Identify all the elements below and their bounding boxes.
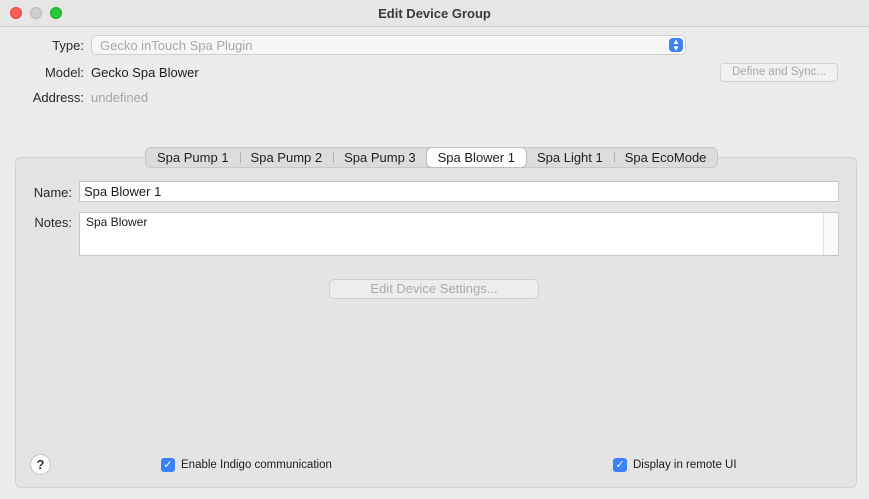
checkmark-icon: ✓ xyxy=(161,458,175,472)
tab-spa-pump-3[interactable]: Spa Pump 3 xyxy=(333,148,427,167)
notes-text: Spa Blower xyxy=(86,215,148,229)
tab-content-panel xyxy=(15,157,857,488)
type-label: Type: xyxy=(52,38,84,53)
address-value: undefined xyxy=(91,90,149,105)
device-tabs: Spa Pump 1 Spa Pump 2 Spa Pump 3 Spa Blo… xyxy=(145,147,719,168)
enable-communication-checkbox[interactable]: ✓ Enable Indigo communication xyxy=(161,458,332,472)
display-remote-ui-label: Display in remote UI xyxy=(633,459,737,471)
tab-spa-light-1[interactable]: Spa Light 1 xyxy=(526,148,614,167)
updown-chevron-icon: ▲ ▼ xyxy=(669,38,683,53)
name-field[interactable]: Spa Blower 1 xyxy=(79,181,839,202)
notes-field[interactable]: Spa Blower xyxy=(79,212,839,256)
type-select[interactable]: Gecko inTouch Spa Plugin ▲ ▼ xyxy=(91,35,686,55)
tab-spa-pump-1[interactable]: Spa Pump 1 xyxy=(146,148,240,167)
define-and-sync-button[interactable]: Define and Sync... xyxy=(720,63,838,82)
model-value: Gecko Spa Blower xyxy=(91,65,199,80)
checkmark-icon: ✓ xyxy=(613,458,627,472)
address-label: Address: xyxy=(32,90,84,105)
edit-device-settings-button[interactable]: Edit Device Settings... xyxy=(329,279,539,299)
title-bar: Edit Device Group xyxy=(0,0,869,27)
enable-communication-label: Enable Indigo communication xyxy=(181,459,332,471)
display-remote-ui-checkbox[interactable]: ✓ Display in remote UI xyxy=(613,458,737,472)
notes-label: Notes: xyxy=(34,215,72,230)
window-title: Edit Device Group xyxy=(378,6,491,21)
notes-scrollbar[interactable] xyxy=(823,213,838,255)
help-button[interactable]: ? xyxy=(30,454,51,475)
name-label: Name: xyxy=(33,185,72,200)
tab-spa-blower-1[interactable]: Spa Blower 1 xyxy=(426,148,526,167)
type-select-value: Gecko inTouch Spa Plugin xyxy=(100,38,253,53)
tab-spa-ecomode[interactable]: Spa EcoMode xyxy=(613,148,718,167)
model-label: Model: xyxy=(44,65,84,80)
tab-spa-pump-2[interactable]: Spa Pump 2 xyxy=(239,148,334,167)
